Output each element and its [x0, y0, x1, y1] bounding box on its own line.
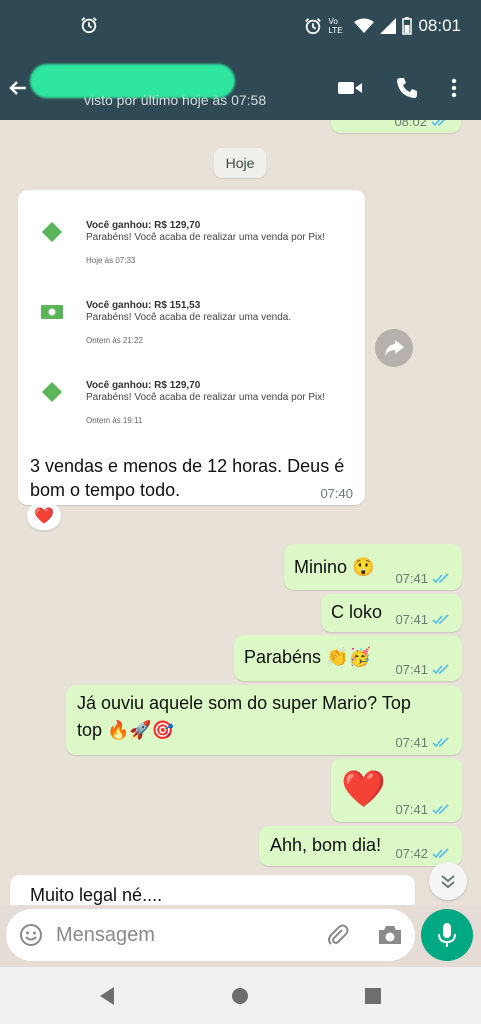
message-bubble-outgoing[interactable]: 08:02	[331, 120, 461, 133]
status-bar: Vo LTE 08:01	[0, 0, 481, 56]
status-time: 08:01	[418, 16, 461, 35]
message-text: Ahh, bom dia!	[270, 835, 382, 855]
signal-icon	[380, 18, 397, 34]
message-text: Parabéns 👏🥳	[244, 647, 371, 667]
chat-header: visto por último hoje às 07:58	[0, 56, 481, 120]
notification-time: Ontem às 19:11	[86, 416, 143, 425]
more-options-icon[interactable]	[444, 76, 464, 100]
message-bubble-outgoing[interactable]: Minino 😲 07:41	[284, 544, 462, 590]
emoji-icon[interactable]	[19, 923, 43, 947]
system-nav-bar	[0, 967, 481, 1024]
message-meta: 07:41	[395, 802, 450, 817]
message-bubble-outgoing[interactable]: C loko 07:41	[321, 594, 462, 632]
message-text: top 🔥🚀🎯	[77, 720, 175, 740]
nav-recents-icon[interactable]	[364, 987, 382, 1005]
pix-icon	[42, 222, 62, 242]
voice-message-button[interactable]	[421, 909, 473, 961]
video-call-icon[interactable]	[337, 76, 363, 100]
message-time: 07:41	[395, 802, 428, 817]
notification-card: Você ganhou: R$ 129,70 Parabéns! Você ac…	[26, 360, 362, 440]
message-time: 07:41	[395, 662, 428, 677]
message-text: Minino 😲	[294, 557, 375, 577]
notification-body: Parabéns! Você acaba de realizar uma ven…	[86, 232, 326, 243]
read-ticks-icon	[431, 120, 446, 127]
message-meta: 07:40	[320, 486, 353, 501]
cash-icon	[41, 305, 63, 319]
message-bubble-outgoing[interactable]: Parabéns 👏🥳 07:41	[234, 635, 462, 681]
forward-button[interactable]	[375, 329, 413, 367]
read-ticks-icon	[432, 848, 449, 859]
heart-reaction-icon: ❤️	[34, 508, 54, 525]
message-meta: 08:02	[394, 120, 449, 129]
message-composer[interactable]: Mensagem	[6, 909, 415, 961]
message-time: 08:02	[394, 120, 427, 129]
battery-icon	[402, 17, 413, 35]
heart-emoji: ❤️	[341, 768, 386, 809]
message-meta: 07:41	[395, 571, 450, 586]
pix-icon	[42, 382, 62, 402]
notification-body: Parabéns! Você acaba de realizar uma ven…	[86, 392, 326, 403]
notification-body: Parabéns! Você acaba de realizar uma ven…	[86, 312, 292, 323]
read-ticks-icon	[432, 664, 449, 675]
message-time: 07:41	[395, 735, 428, 750]
notification-title: Você ganhou: R$ 129,70	[86, 220, 201, 231]
message-meta: 07:41	[395, 662, 450, 677]
message-time: 07:40	[320, 486, 353, 501]
camera-icon[interactable]	[377, 923, 403, 947]
notification-time: Hoje às 07:33	[86, 256, 136, 265]
notification-title: Você ganhou: R$ 151,53	[86, 300, 201, 311]
back-arrow-icon[interactable]	[8, 78, 28, 98]
last-seen-status: visto por último hoje às 07:58	[84, 92, 267, 108]
message-bubble-incoming[interactable]: Você ganhou: R$ 129,70 Parabéns! Você ac…	[18, 190, 365, 505]
message-text: Já ouviu aquele som do super Mario? Top	[77, 693, 411, 713]
message-input[interactable]: Mensagem	[56, 924, 155, 947]
shared-screenshot[interactable]: Você ganhou: R$ 129,70 Parabéns! Você ac…	[18, 190, 365, 440]
message-bubble-outgoing[interactable]: ❤️ 07:41	[331, 758, 462, 822]
mic-icon	[438, 923, 456, 947]
alarm-icon	[305, 18, 322, 35]
notification-time: Ontem às 21:22	[86, 336, 143, 345]
reaction-badge[interactable]: ❤️	[27, 502, 61, 530]
alarm-icon	[81, 17, 97, 34]
message-time: 07:41	[395, 612, 428, 627]
message-text: C loko	[331, 602, 383, 622]
notification-title: Você ganhou: R$ 129,70	[86, 380, 201, 391]
message-meta: 07:41	[395, 735, 450, 750]
message-bubble-outgoing[interactable]: Ahh, bom dia! 07:42	[259, 826, 462, 866]
notification-card: Você ganhou: R$ 129,70 Parabéns! Você ac…	[26, 200, 362, 281]
message-text: bom o tempo todo.	[30, 480, 181, 500]
message-time: 07:41	[395, 571, 428, 586]
date-divider: Hoje	[214, 148, 266, 178]
chat-area[interactable]: 08:02 Hoje Você ganhou: R$ 129,70 Parabé…	[0, 120, 481, 905]
attach-icon[interactable]	[325, 922, 351, 948]
read-ticks-icon	[432, 804, 449, 815]
scroll-to-bottom-button[interactable]	[429, 862, 467, 900]
message-text: Muito legal né....	[30, 885, 163, 905]
message-meta: 07:42	[395, 846, 450, 861]
message-bubble-outgoing[interactable]: Já ouviu aquele som do super Mario? Top …	[66, 685, 462, 755]
nav-home-icon[interactable]	[231, 987, 249, 1005]
read-ticks-icon	[432, 737, 449, 748]
volte-icon: Vo LTE	[328, 17, 343, 35]
notification-card: Você ganhou: R$ 151,53 Parabéns! Você ac…	[26, 280, 362, 361]
read-ticks-icon	[432, 614, 449, 625]
message-time: 07:42	[395, 846, 428, 861]
read-ticks-icon	[432, 573, 449, 584]
nav-back-icon[interactable]	[98, 986, 116, 1006]
voice-call-icon[interactable]	[394, 76, 420, 100]
message-meta: 07:41	[395, 612, 450, 627]
message-bubble-incoming[interactable]: Muito legal né....	[10, 875, 415, 905]
message-text: 3 vendas e menos de 12 horas. Deus é	[30, 456, 345, 476]
wifi-icon	[354, 18, 375, 33]
